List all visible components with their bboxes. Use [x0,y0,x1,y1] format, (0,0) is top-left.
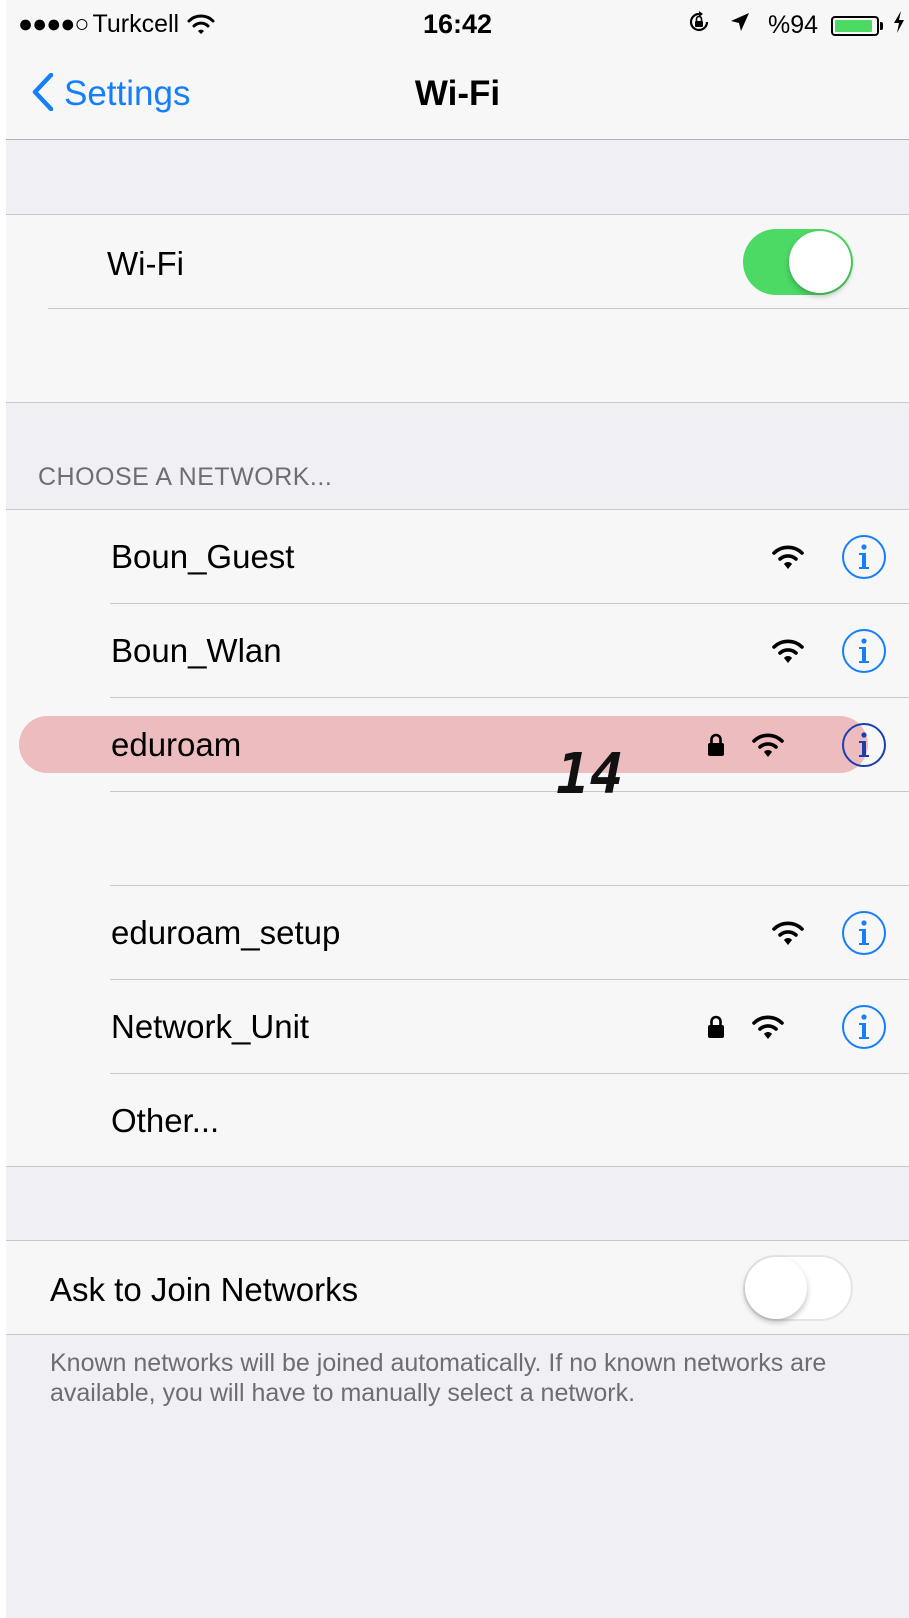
info-button-icon[interactable] [841,910,887,956]
network-name: Boun_Wlan [111,632,282,669]
lock-icon [708,1015,724,1038]
ask-to-join-group: Ask to Join Networks [6,1240,909,1335]
wifi-signal-icon [772,545,804,569]
switch-knob [789,231,851,293]
info-button-icon[interactable] [841,534,887,580]
screen: ●●●●○ Turkcell 16:42 %94 Settings Wi-Fi … [6,0,909,1618]
other-network-row[interactable]: Other... [6,1074,909,1168]
network-row[interactable]: Boun_Wlan [6,604,909,698]
battery-tip [880,21,884,30]
status-right: %94 [686,9,905,42]
charging-bolt-icon [893,11,905,40]
wifi-switch[interactable] [743,229,853,295]
network-row[interactable]: Network_Unit [6,980,909,1074]
info-button-icon[interactable] [841,1004,887,1050]
network-row[interactable]: eduroam [6,698,909,792]
navigation-bar: Settings Wi-Fi [6,50,909,140]
info-button-icon[interactable] [841,628,887,674]
network-list: Boun_Guest Boun_Wlan eduroam eduroam_set… [6,509,909,1167]
wifi-signal-icon [772,921,804,945]
network-row[interactable]: Boun_Guest [6,510,909,604]
info-button-icon[interactable] [841,722,887,768]
ask-to-join-row: Ask to Join Networks [6,1241,909,1335]
location-arrow-icon [729,11,751,40]
page-title: Wi-Fi [414,74,501,113]
network-name: eduroam_setup [111,914,341,951]
status-bar: ●●●●○ Turkcell 16:42 %94 [6,0,909,50]
wifi-toggle-group: Wi-Fi [6,214,909,403]
section-header: CHOOSE A NETWORK... [38,463,333,491]
wifi-signal-icon [752,1015,784,1039]
network-name: Network_Unit [111,1008,310,1045]
wifi-toggle-label: Wi-Fi [107,245,184,282]
network-name: eduroam [111,726,242,763]
rotation-lock-icon [686,9,712,42]
other-network-label: Other... [111,1102,220,1139]
ask-to-join-switch[interactable] [743,1255,853,1321]
switch-knob [745,1257,807,1319]
ask-to-join-label: Ask to Join Networks [50,1271,359,1308]
lock-icon [708,733,724,756]
wifi-signal-icon [772,639,804,663]
divider [110,791,909,792]
network-row[interactable]: eduroam_setup [6,886,909,980]
wifi-toggle-row: Wi-Fi [6,215,909,309]
battery-icon [831,15,880,36]
network-name: Boun_Guest [111,538,295,575]
battery-percent: %94 [768,11,819,39]
battery-level-fill [835,19,873,32]
ask-to-join-footer: Known networks will be joined automatica… [50,1349,827,1407]
wifi-signal-icon [752,733,784,757]
annotation-marker: 14 [556,742,624,807]
divider [48,308,909,309]
